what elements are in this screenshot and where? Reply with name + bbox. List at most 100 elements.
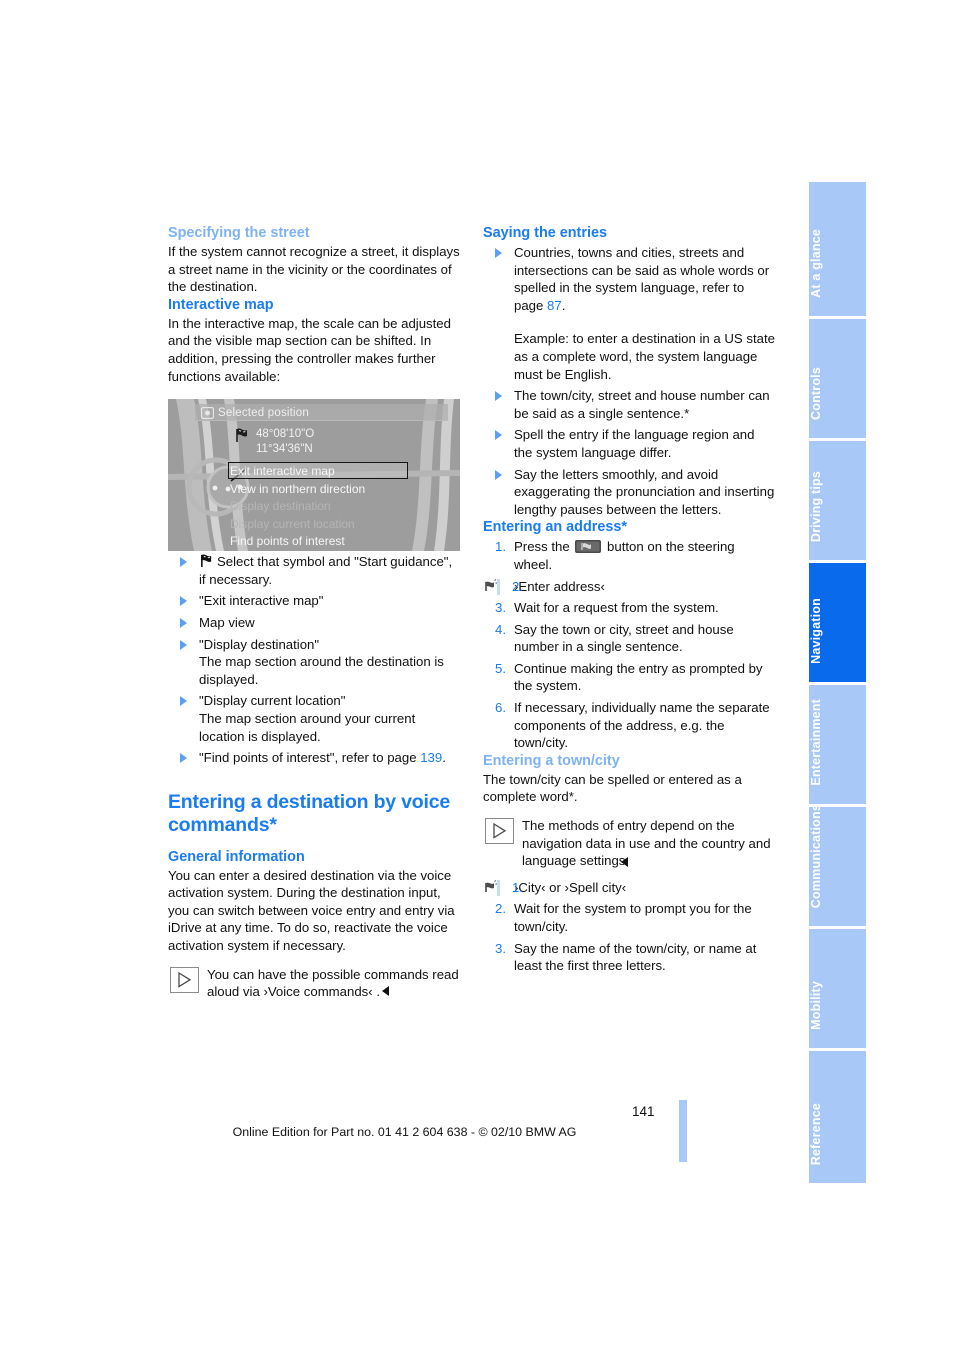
sidebar-item-communications[interactable]: Communications (809, 807, 866, 926)
list-item: Select that symbol and "Start guidance",… (168, 553, 460, 588)
paragraph-interactive-map: In the interactive map, the scale can be… (168, 315, 451, 384)
left-column: Specifying the street If the system cann… (168, 224, 460, 1001)
step-number: 6. (495, 700, 506, 716)
sidebar-item-label: Driving tips (809, 470, 823, 542)
list-item: "Display current location" The map secti… (168, 692, 460, 745)
list-item-text: Map view (199, 614, 255, 630)
page-number: 141 (632, 1104, 655, 1119)
step-text: Say the town or city, street and house n… (514, 621, 734, 655)
voice-command-icon (485, 879, 500, 896)
step-number: 5. (495, 660, 506, 676)
sidebar-item-mobility[interactable]: Mobility (809, 929, 866, 1048)
list-item-text: The town/city, street and house number c… (514, 388, 770, 421)
navigation-screenshot-figure: Selected position 48°08'10"O 11°34'36"N … (168, 399, 460, 552)
note-play-triangle-icon (170, 966, 199, 993)
figure-coordinates: 48°08'10"O 11°34'36"N (256, 428, 315, 456)
bullet-triangle-icon (180, 617, 187, 628)
list-item-text: "Display current location" The map secti… (199, 693, 416, 744)
bullet-triangle-icon (180, 753, 187, 764)
sidebar-item-label: At a glance (809, 229, 823, 298)
step-number: 4. (495, 621, 506, 637)
step-text: Say the name of the town/city, or name a… (514, 940, 757, 974)
note-voice-commands: You can have the possible commands read … (168, 966, 460, 1001)
right-column: Saying the entries Countries, towns and … (483, 224, 775, 975)
note-play-triangle-icon (485, 818, 514, 845)
selected-position-icon (201, 407, 214, 420)
note-text-first-lines: The methods of entry depend on the navig… (522, 818, 771, 869)
list-item-text: Say the letters smoothly, and avoid exag… (514, 466, 775, 517)
list-item: Map view (168, 614, 460, 632)
list-item: The town/city, street and house number c… (483, 387, 775, 422)
step-number: 2. (512, 578, 523, 594)
entering-address-step-list: 1. Press the button on the steering whee… (483, 538, 775, 752)
step-text: Wait for the system to prompt you for th… (514, 901, 752, 934)
sidebar-item-at-a-glance[interactable]: At a glance (809, 182, 866, 316)
step-number: 1. (512, 879, 523, 895)
list-item: 2. Wait for the system to prompt you for… (483, 900, 775, 935)
manual-page: Specifying the street If the system cann… (0, 0, 954, 1350)
step-text: Wait for a request from the system. (514, 600, 719, 616)
figure-menu-item-find-points-of-interest[interactable]: Find points of interest (230, 533, 365, 551)
step-number: 1. (495, 539, 506, 555)
step-text-before: Press the (514, 539, 574, 555)
list-item: Spell the entry if the language region a… (483, 426, 775, 461)
destination-flag-icon (236, 428, 247, 443)
figure-menu-item-display-destination[interactable]: Display destination (230, 498, 365, 516)
heading-entering-a-town-city: Entering a town/city (483, 752, 620, 769)
list-item: "Exit interactive map" (168, 592, 460, 610)
bullet-triangle-icon (180, 557, 187, 568)
list-item-text: Spell the entry if the language region a… (514, 427, 755, 460)
list-item: 1. ›City‹ or ›Spell city‹ (483, 879, 775, 897)
figure-menu-item-exit-interactive-map[interactable]: Exit interactive map (230, 463, 365, 481)
list-item-text-after: . (561, 297, 566, 313)
heading-entering-an-address: Entering an address* (483, 519, 627, 536)
sidebar-item-label: Entertainment (809, 699, 823, 786)
step-number: 3. (495, 940, 506, 956)
list-item: 2. ›Enter address‹ (483, 578, 775, 596)
page-reference-link[interactable]: 87 (547, 298, 562, 313)
bullet-triangle-icon (180, 639, 187, 650)
list-item: 4. Say the town or city, street and hous… (483, 621, 775, 656)
list-item-text: "Display destination" The map section ar… (199, 636, 444, 687)
bullet-triangle-icon (495, 430, 502, 441)
sidebar-item-reference[interactable]: Reference (809, 1051, 866, 1183)
step-text: If necessary, individually name the sepa… (514, 700, 770, 751)
list-item: 1. Press the button on the steering whee… (483, 538, 775, 573)
heading-saying-the-entries: Saying the entries (483, 225, 607, 241)
list-item: Countries, towns and cities, streets and… (483, 244, 775, 383)
list-item: 6. If necessary, individually name the s… (483, 699, 775, 752)
list-item-sub-text: Example: to enter a destination in a US … (514, 331, 775, 382)
figure-title-text: Selected position (218, 407, 309, 420)
interactive-map-bullet-list: Select that symbol and "Start guidance",… (168, 553, 460, 767)
sidebar-item-controls[interactable]: Controls (809, 319, 866, 438)
sidebar-item-entertainment[interactable]: Entertainment (809, 685, 866, 804)
sidebar-item-label: Reference (809, 1102, 823, 1165)
list-item-text: "Find points of interest", refer to page (199, 750, 421, 766)
note-entry-methods: The methods of entry depend on the navig… (483, 817, 775, 870)
step-text: Continue making the entry as prompted by… (514, 660, 763, 694)
page-reference-link[interactable]: 139 (420, 750, 442, 765)
list-item: 3. Wait for a request from the system. (483, 599, 775, 617)
figure-menu-item-view-northern-direction[interactable]: View in northern direction (230, 481, 365, 499)
bullet-triangle-icon (180, 696, 187, 707)
step-text: ›City‹ or ›Spell city‹ (514, 879, 627, 895)
sidebar-item-navigation[interactable]: Navigation (809, 563, 866, 682)
heading-general-information: General information (168, 848, 305, 865)
sidebar-item-label: Communications (809, 807, 823, 908)
list-item: "Find points of interest", refer to page… (168, 749, 460, 767)
destination-flag-icon (201, 554, 212, 568)
voice-command-icon (485, 578, 500, 595)
heading-specifying-the-street: Specifying the street (168, 225, 310, 241)
paragraph-specifying-the-street: If the system cannot recognize a street,… (168, 244, 460, 295)
figure-menu-list: Exit interactive map View in northern di… (230, 463, 365, 551)
bullet-triangle-icon (495, 391, 502, 402)
list-item: "Display destination" The map section ar… (168, 636, 460, 689)
sidebar-item-label: Controls (809, 367, 823, 420)
list-item-text: Select that symbol and "Start guidance",… (199, 554, 453, 587)
heading-interactive-map: Interactive map (168, 296, 274, 313)
note-text: You can have the possible commands read … (207, 966, 459, 1000)
sidebar-item-driving-tips[interactable]: Driving tips (809, 441, 866, 560)
figure-menu-item-display-current-location[interactable]: Display current location (230, 516, 365, 534)
step-number: 2. (495, 901, 506, 917)
paragraph-entering-a-town-city: The town/city can be spelled or entered … (483, 771, 742, 805)
